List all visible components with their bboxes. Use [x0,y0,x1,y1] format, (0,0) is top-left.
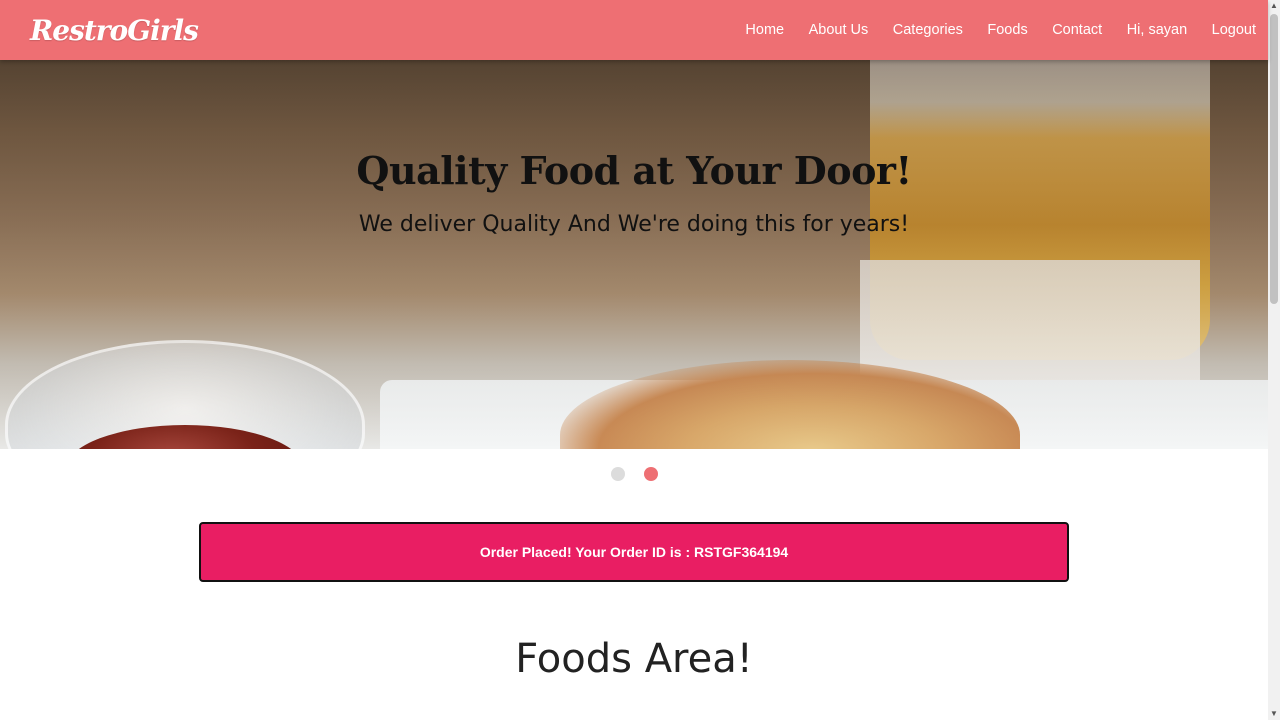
section-title: Foods Area! [515,636,753,682]
nav-link-logout[interactable]: Logout [1212,22,1256,38]
nav-link-categories[interactable]: Categories [893,22,963,38]
triangle-down-icon[interactable]: ▼ [1268,708,1280,720]
hero-overlay [0,60,1268,449]
triangle-up-icon[interactable]: ▲ [1268,0,1280,12]
carousel-dot-1[interactable] [610,467,625,481]
nav-link-home[interactable]: Home [745,22,784,38]
hero-title: Quality Food at Your Door! [356,148,912,193]
nav-link-foods[interactable]: Foods [987,22,1027,38]
scrollbar-thumb[interactable] [1270,14,1278,304]
hero-carousel-slide: Quality Food at Your Door! We deliver Qu… [0,60,1268,449]
nav-link-contact[interactable]: Contact [1052,22,1102,38]
nav-user-greeting[interactable]: Hi, sayan [1127,22,1187,38]
navbar: RestroGirls Home About Us Categories Foo… [0,0,1268,60]
alert-message: Order Placed! Your Order ID is : RSTGF36… [479,544,789,560]
hero-subtitle: We deliver Quality And We're doing this … [358,212,910,237]
nav-links: Home About Us Categories Foods Contact H… [721,22,1256,38]
carousel-dot-2[interactable] [643,467,658,481]
nav-link-about-us[interactable]: About Us [809,22,869,38]
brand-logo[interactable]: RestroGirls [30,14,199,47]
carousel-indicators [0,467,1268,481]
page-scrollbar[interactable]: ▲ ▼ [1268,0,1280,720]
order-success-alert: Order Placed! Your Order ID is : RSTGF36… [199,522,1069,582]
